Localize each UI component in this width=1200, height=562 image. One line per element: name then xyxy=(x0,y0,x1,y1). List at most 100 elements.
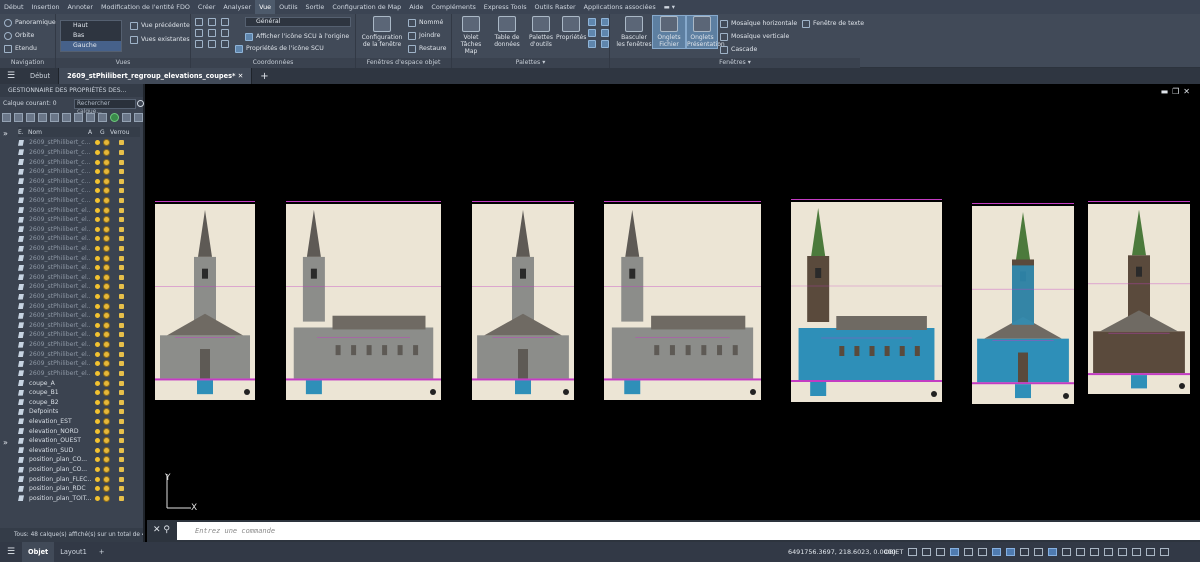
lock-icon[interactable] xyxy=(119,438,124,444)
units-icon[interactable] xyxy=(1090,548,1099,556)
menu-item-3[interactable]: Modification de l'entité FDO xyxy=(97,0,194,14)
lock-icon[interactable] xyxy=(119,197,124,203)
views-list[interactable]: Haut Bas Gauche xyxy=(60,20,122,52)
bulb-icon[interactable] xyxy=(95,207,100,213)
col-lock[interactable]: Verrou xyxy=(110,129,130,136)
layer-row[interactable]: elevation_SUD xyxy=(18,446,140,456)
ucs-tool-icon[interactable] xyxy=(221,29,229,37)
menu-item-6[interactable]: Vue xyxy=(255,0,276,14)
tab-model[interactable]: Objet xyxy=(22,542,55,562)
bulb-icon[interactable] xyxy=(95,495,100,501)
bulb-icon[interactable] xyxy=(95,274,100,280)
ucs-tool-icon[interactable] xyxy=(195,29,203,37)
layer-row[interactable]: 2609_stPhilibert_c... xyxy=(18,196,140,206)
layer-row[interactable]: 2609_stPhilibert_c... xyxy=(18,176,140,186)
drawing-sheet-elevation-ouest[interactable] xyxy=(155,201,255,400)
lock-icon[interactable] xyxy=(119,284,124,290)
lock-icon[interactable] xyxy=(119,390,124,396)
bulb-icon[interactable] xyxy=(95,284,100,290)
sun-icon[interactable] xyxy=(104,169,109,175)
new-group-filter-icon[interactable] xyxy=(14,113,23,122)
layer-row[interactable]: elevation_OUEST xyxy=(18,436,140,446)
sun-icon[interactable] xyxy=(104,409,109,415)
layer-row[interactable]: elevation_EST xyxy=(18,417,140,427)
workspace-gear-icon[interactable] xyxy=(1062,548,1071,556)
drawing-sheet-coupe-longitudinale[interactable] xyxy=(791,199,942,402)
customization-icon[interactable] xyxy=(1160,548,1169,556)
lock-icon[interactable] xyxy=(119,322,124,328)
lineweight-icon[interactable] xyxy=(1006,548,1015,556)
layer-row[interactable]: 2609_stPhilibert_el... xyxy=(18,215,140,225)
sun-icon[interactable] xyxy=(104,418,109,424)
lock-icon[interactable] xyxy=(119,169,124,175)
menu-item-8[interactable]: Sortie xyxy=(302,0,329,14)
bulb-icon[interactable] xyxy=(95,399,100,405)
layer-walk-icon[interactable] xyxy=(86,113,95,122)
bulb-icon[interactable] xyxy=(95,390,100,396)
layer-row[interactable]: 2609_stPhilibert_el... xyxy=(18,244,140,254)
drawing-sheet-elevation-est[interactable] xyxy=(472,201,574,400)
layer-row[interactable]: 2609_stPhilibert_c... xyxy=(18,138,140,148)
layer-row[interactable]: 2609_stPhilibert_c... xyxy=(18,157,140,167)
bulb-icon[interactable] xyxy=(95,486,100,492)
bulb-icon[interactable] xyxy=(95,332,100,338)
bulb-icon[interactable] xyxy=(95,140,100,146)
properties-button[interactable]: Propriétés xyxy=(556,16,586,41)
sun-icon[interactable] xyxy=(104,313,109,319)
layer-row[interactable]: Defpoints xyxy=(18,407,140,417)
layout-tabs-button[interactable]: Onglets Présentation xyxy=(686,15,725,49)
ucs-tool-icon[interactable] xyxy=(208,29,216,37)
bulb-icon[interactable] xyxy=(95,226,100,232)
bulb-icon[interactable] xyxy=(95,428,100,434)
layer-row[interactable]: 2609_stPhilibert_el... xyxy=(18,234,140,244)
view-item-bottom[interactable]: Bas xyxy=(61,31,121,41)
menu-item-0[interactable]: Début xyxy=(0,0,27,14)
sun-icon[interactable] xyxy=(104,428,109,434)
lock-icon[interactable] xyxy=(119,351,124,357)
palette-tool-icon[interactable] xyxy=(601,40,609,48)
drawing-sheet-coupe-b[interactable] xyxy=(1088,201,1190,394)
layer-states-icon[interactable] xyxy=(26,113,35,122)
sun-icon[interactable] xyxy=(104,486,109,492)
sun-icon[interactable] xyxy=(104,274,109,280)
layer-row[interactable]: 2609_stPhilibert_el... xyxy=(18,205,140,215)
menu-item-11[interactable]: Compléments xyxy=(427,0,479,14)
sun-icon[interactable] xyxy=(104,140,109,146)
close-command-icon[interactable]: ✕ ⚲ xyxy=(153,525,170,535)
menu-item-14[interactable]: Applications associées xyxy=(580,0,660,14)
new-tab-button[interactable]: + xyxy=(252,71,276,82)
bulb-icon[interactable] xyxy=(95,418,100,424)
orbit-button[interactable]: Orbite xyxy=(4,30,34,41)
add-layout-button[interactable]: + xyxy=(93,542,111,562)
lock-icon[interactable] xyxy=(119,313,124,319)
grid-icon[interactable] xyxy=(908,548,917,556)
sun-icon[interactable] xyxy=(104,236,109,242)
bulb-icon[interactable] xyxy=(95,370,100,376)
menu-item-7[interactable]: Outils xyxy=(275,0,301,14)
sun-icon[interactable] xyxy=(104,178,109,184)
model-space-toggle[interactable]: OBJET xyxy=(884,542,903,562)
lock-icon[interactable] xyxy=(119,476,124,482)
previous-view-button[interactable]: Vue précédente xyxy=(130,20,190,31)
restore-viewports-button[interactable]: Restaure xyxy=(408,43,446,54)
layer-row[interactable]: elevation_NORD xyxy=(18,426,140,436)
sun-icon[interactable] xyxy=(104,438,109,444)
menu-hamburger-icon[interactable]: ☰ xyxy=(0,71,22,81)
new-vp-frozen-layer-icon[interactable] xyxy=(50,113,59,122)
lock-icon[interactable] xyxy=(119,361,124,367)
layer-row[interactable]: 2609_stPhilibert_c... xyxy=(18,148,140,158)
delete-layer-icon[interactable] xyxy=(62,113,71,122)
lock-icon[interactable] xyxy=(119,332,124,338)
bulb-icon[interactable] xyxy=(95,294,100,300)
bulb-icon[interactable] xyxy=(95,188,100,194)
bulb-icon[interactable] xyxy=(95,467,100,473)
layer-row[interactable]: 2609_stPhilibert_el... xyxy=(18,253,140,263)
set-current-icon[interactable] xyxy=(74,113,83,122)
annotation-monitor-icon[interactable] xyxy=(1076,548,1085,556)
object-snap-tracking-icon[interactable] xyxy=(978,548,987,556)
menu-hamburger-icon[interactable]: ☰ xyxy=(0,547,22,557)
lock-icon[interactable] xyxy=(119,188,124,194)
new-property-filter-icon[interactable] xyxy=(2,113,11,122)
existing-views-button[interactable]: Vues existantes xyxy=(130,34,190,45)
join-viewports-button[interactable]: Joindre xyxy=(408,30,440,41)
